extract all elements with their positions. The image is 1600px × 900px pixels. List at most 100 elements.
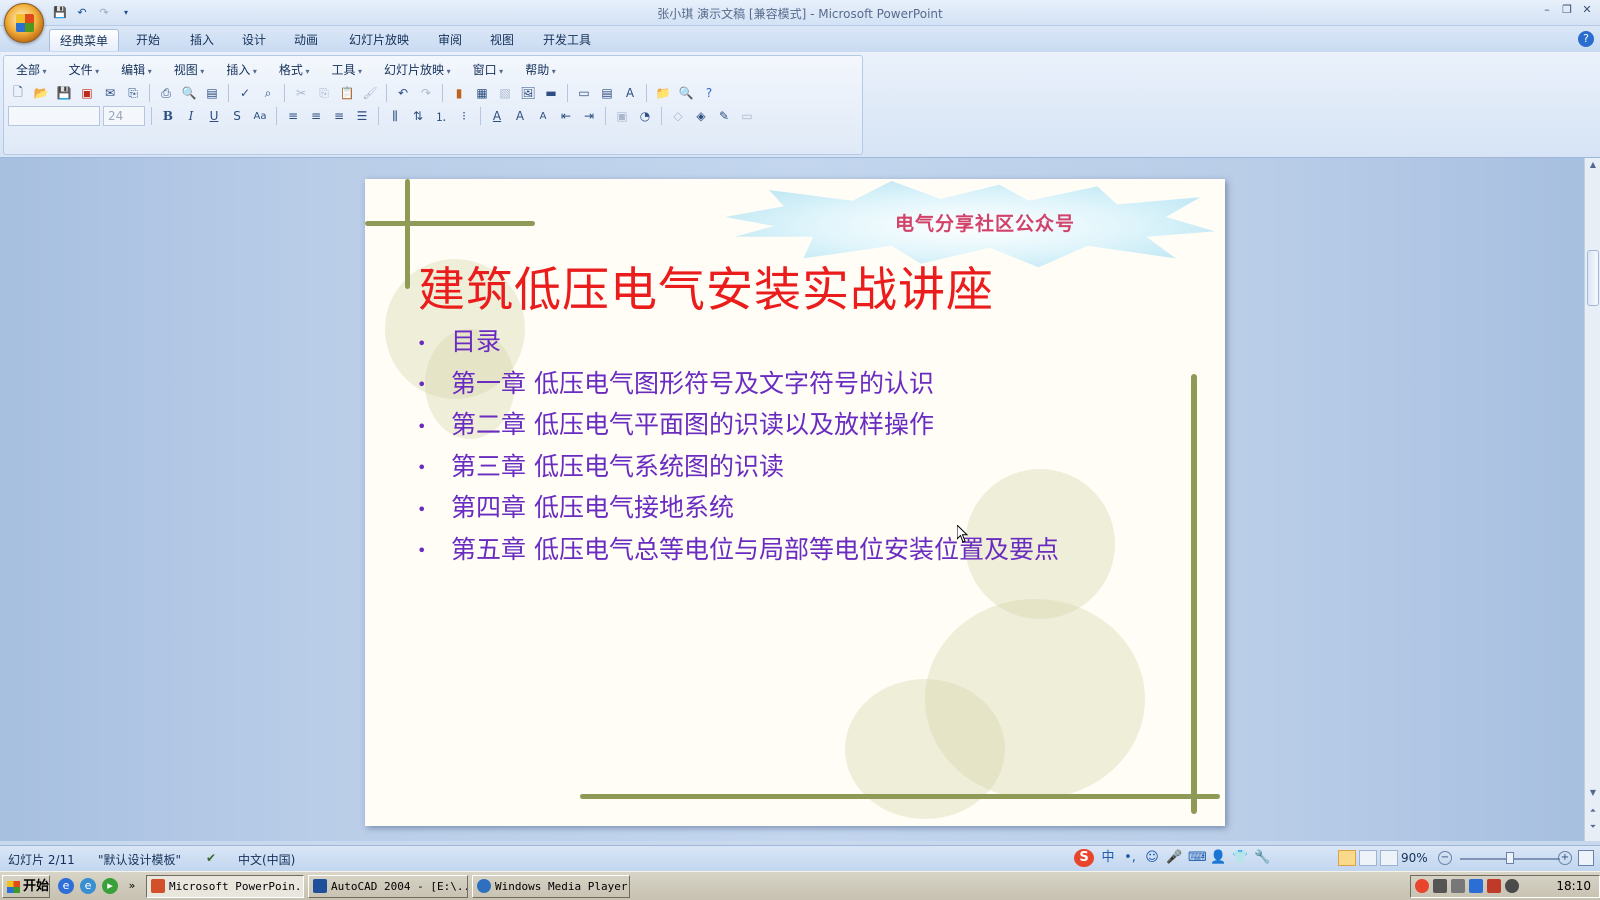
start-button[interactable]: 开始 [2,875,50,898]
clock-tray-icon[interactable] [1505,879,1519,893]
redo-icon[interactable]: ↷ [416,83,436,103]
tab-slideshow[interactable]: 幻灯片放映 [339,29,419,51]
language-indicator[interactable]: 中文(中国) [238,851,295,868]
menu-edit[interactable]: 编辑 [113,60,160,80]
bold-button[interactable]: B [158,106,178,126]
emoji-icon[interactable]: ☺ [1144,849,1160,867]
pdf-icon[interactable]: ▣ [77,83,97,103]
paste-icon[interactable]: 📋 [337,83,357,103]
shape-style-icon[interactable]: ◇ [668,106,688,126]
slide-sorter-icon[interactable] [1359,850,1377,866]
table-icon[interactable]: ▦ [472,83,492,103]
menu-all[interactable]: 全部 [8,60,55,80]
menu-window[interactable]: 窗口 [465,60,512,80]
next-slide-icon[interactable]: ⏷ [1585,822,1600,832]
previous-slide-icon[interactable]: ⏶ [1585,806,1600,816]
spellcheck-icon[interactable]: ✔ [206,851,216,865]
font-color-icon[interactable]: A [487,106,507,126]
shape-effects-icon[interactable]: ▭ [737,106,757,126]
bullets-icon[interactable]: ⁝ [454,106,474,126]
volume-icon[interactable] [1451,879,1465,893]
arrange-icon[interactable]: ▣ [612,106,632,126]
menu-help[interactable]: 帮助 [517,60,564,80]
font-name-box[interactable] [8,106,100,126]
columns-icon[interactable]: ⫼ [385,106,405,126]
fill-color-icon[interactable]: ◈ [691,106,711,126]
zoom-in-icon[interactable]: + [1558,851,1572,865]
clock[interactable]: 18:10 [1556,879,1591,893]
taskbar-item-autocad[interactable]: AutoCAD 2004 - [E:\... [308,875,468,898]
decrease-indent-icon[interactable]: ⇤ [556,106,576,126]
ie-alt-icon[interactable]: e [80,878,96,894]
menu-file[interactable]: 文件 [61,60,108,80]
fit-to-window-icon[interactable] [1578,850,1594,866]
antivirus-icon[interactable] [1487,879,1501,893]
align-right-icon[interactable]: ≡ [329,106,349,126]
zoom-level[interactable]: 90% [1401,851,1428,865]
security-icon[interactable] [1469,879,1483,893]
scroll-up-icon[interactable]: ▲ [1585,160,1600,169]
menu-format[interactable]: 格式 [271,60,318,80]
slide-title[interactable]: 建筑低压电气安装实战讲座 [418,251,994,320]
tab-review[interactable]: 审阅 [428,29,472,51]
ie-icon[interactable]: e [58,878,74,894]
zoom-out-icon[interactable]: − [1438,851,1452,865]
chinese-mode-icon[interactable]: 中 [1100,849,1116,867]
layout-icon[interactable]: ▤ [202,83,222,103]
tab-design[interactable]: 设计 [232,29,276,51]
tab-classic-menu[interactable]: 经典菜单 [49,29,120,51]
shrink-font-icon[interactable]: A [533,106,553,126]
color-grayscale-icon[interactable]: ▬ [541,83,561,103]
print-icon[interactable]: ⎙ [156,83,176,103]
sogou-tray-icon[interactable] [1415,879,1429,893]
tables-borders-icon[interactable]: ▧ [495,83,515,103]
save-icon[interactable]: 💾 [54,83,74,103]
spelling-icon[interactable]: ✓ [235,83,255,103]
open-icon[interactable]: 📂 [31,83,51,103]
media-icon[interactable]: ▸ [102,878,118,894]
vertical-scrollbar[interactable]: ▲ ▼ ⏶ ⏷ [1584,158,1600,841]
tab-insert[interactable]: 插入 [180,29,224,51]
normal-view-icon[interactable] [1338,850,1356,866]
help-icon[interactable]: ? [1578,31,1594,47]
picture-icon[interactable]: 🖼 [518,83,538,103]
scroll-thumb[interactable] [1587,250,1599,306]
zoom-icon[interactable]: 🔍 [676,83,696,103]
network-icon[interactable] [1433,879,1447,893]
shapes-icon[interactable]: ◔ [635,106,655,126]
punctuation-icon[interactable]: •, [1122,849,1138,867]
folder-icon[interactable]: 📁 [653,83,673,103]
tab-view[interactable]: 视图 [480,29,524,51]
line-color-icon[interactable]: ✎ [714,106,734,126]
shadow-button[interactable]: S [227,106,247,126]
close-button[interactable]: ✕ [1580,3,1594,17]
research-icon[interactable]: ⌕ [258,83,278,103]
theme-name[interactable]: "默认设计模板" [98,851,181,868]
print-preview-icon[interactable]: 🔍 [179,83,199,103]
tab-developer[interactable]: 开发工具 [533,29,601,51]
cut-icon[interactable]: ✂ [291,83,311,103]
slideshow-view-icon[interactable] [1380,850,1398,866]
menu-insert[interactable]: 插入 [218,60,265,80]
taskbar-item-media-player[interactable]: Windows Media Player [472,875,630,898]
menu-view[interactable]: 视图 [166,60,213,80]
keyboard-icon[interactable]: ⌨ [1188,849,1207,867]
numbering-icon[interactable]: ⒈ [431,106,451,126]
tab-home[interactable]: 开始 [126,29,170,51]
new-icon[interactable]: 🗋 [8,83,28,103]
chart-icon[interactable]: ▮ [449,83,469,103]
tab-animation[interactable]: 动画 [284,29,328,51]
settings-wrench-icon[interactable]: 🔧 [1254,849,1270,867]
italic-button[interactable]: I [181,106,201,126]
format-painter-icon[interactable]: 🖌 [360,83,380,103]
permission-icon[interactable]: ✉ [100,83,120,103]
skin-icon[interactable]: 👕 [1232,849,1248,867]
sogou-icon[interactable]: S [1074,849,1094,867]
office-button[interactable] [4,3,44,43]
align-center-icon[interactable]: ≡ [306,106,326,126]
slide-layout-icon[interactable]: ▤ [597,83,617,103]
user-icon[interactable]: 👤 [1210,849,1226,867]
attach-icon[interactable]: ⎘ [123,83,143,103]
menu-tools[interactable]: 工具 [323,60,370,80]
scroll-down-icon[interactable]: ▼ [1585,788,1600,797]
